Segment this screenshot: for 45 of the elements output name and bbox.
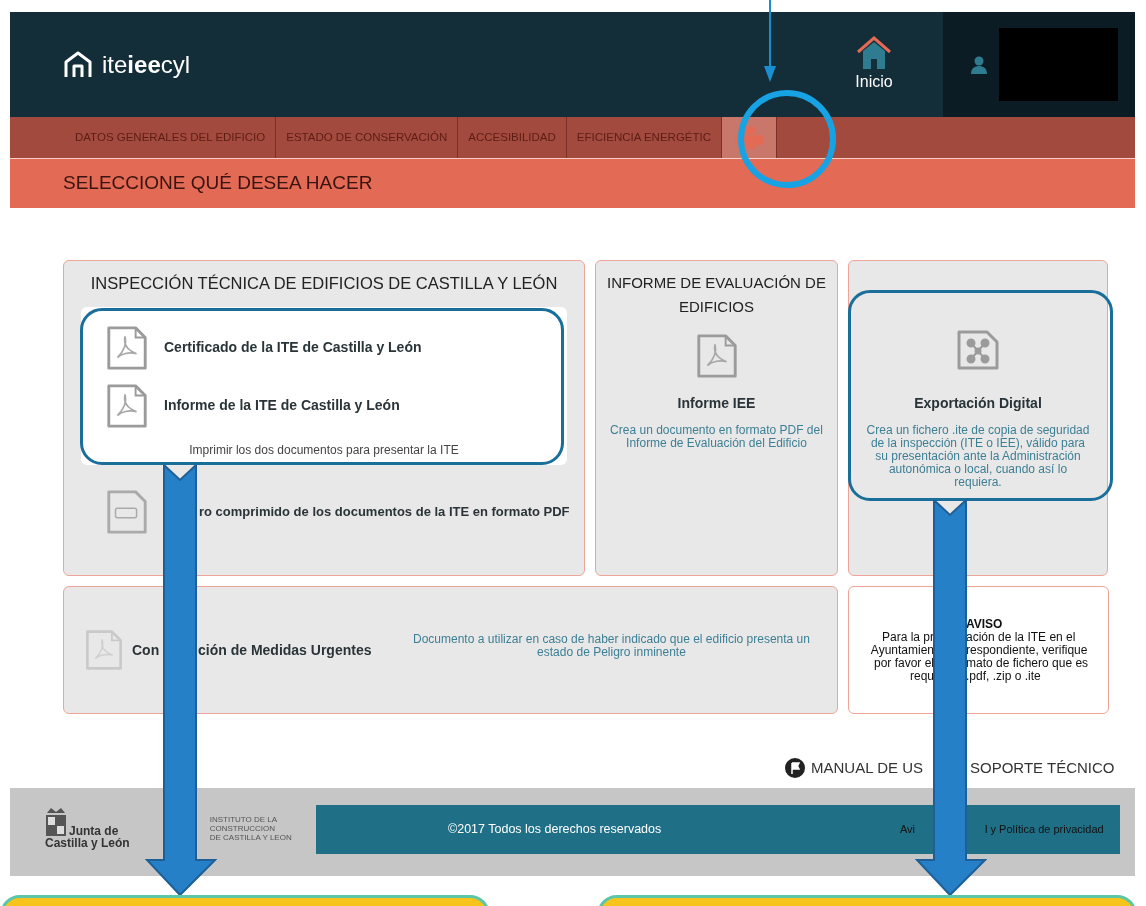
page-title: SELECCIONE QUÉ DESEA HACER xyxy=(63,171,373,196)
network-file-icon xyxy=(956,329,1000,371)
pdf-file-icon xyxy=(84,629,124,671)
institute-logo-text: INSTITUTO DE LA xyxy=(209,815,279,824)
notice-title: AVISO xyxy=(966,617,1004,631)
document-link[interactable]: Informe de la ITE de Castilla y León xyxy=(164,395,400,417)
export-description: Crea un fichero .ite de copia de seguridad de la inspección (ITE o IEE), válido para su presentación ante la Administración autonómica o local, cuando así lo requiera. xyxy=(865,424,1091,489)
flag-icon xyxy=(785,758,806,778)
notice-text: Para la pr xyxy=(881,630,934,644)
home-button[interactable]: Inicio xyxy=(835,12,913,117)
notice-text: por favor el xyxy=(873,656,934,670)
notice-text: respondiente, verifique xyxy=(966,643,1089,657)
pdf-file-icon xyxy=(105,382,149,429)
notice-text: Ayuntamien xyxy=(869,643,934,657)
junta-logo-text: Junta de xyxy=(69,825,119,837)
junta-logo-text: Castilla y León xyxy=(45,837,130,850)
zip-file-icon xyxy=(105,488,149,535)
urgent-description: Documento a utilizar en caso de haber indicado que el edificio presenta un estado de Peligro inminente xyxy=(412,633,811,659)
urgent-link-end[interactable]: ción de Medidas Urgentes xyxy=(198,639,372,661)
zip-link[interactable]: ro comprimido de los documentos de la ITE en formato PDF xyxy=(199,502,570,522)
pdf-file-icon xyxy=(105,324,149,371)
pdf-file-icon xyxy=(694,333,739,379)
home-icon xyxy=(856,35,892,70)
notice-text: ación de la ITE en el xyxy=(966,630,1077,644)
institute-logo-text: CONSTRUCCION xyxy=(209,824,277,833)
printer-icon xyxy=(735,126,763,149)
iee-description: Crea un documento en formato PDF del Informe de Evaluación del Edificio xyxy=(610,424,823,450)
coat-of-arms-icon xyxy=(45,807,67,837)
documents-note: Imprimir los dos documentos para presentar la ITE xyxy=(188,441,460,459)
notice-text: .pdf, .zip o .ite xyxy=(966,669,1042,683)
card-title: INSPECCIÓN TÉCNICA DE EDIFICIOS DE CASTILLA Y LEÓN xyxy=(90,273,558,294)
copyright-text: ©2017 Todos los derechos reservados xyxy=(447,821,663,839)
manual-link[interactable]: MANUAL DE US xyxy=(811,756,923,780)
notice-text: requ xyxy=(908,669,934,683)
logo-text: iteieecyl xyxy=(102,49,191,80)
urgent-link-start[interactable]: Con xyxy=(132,639,162,661)
iee-link[interactable]: Informe IEE xyxy=(677,393,756,414)
document-link[interactable]: Certificado de la ITE de Castilla y León xyxy=(164,337,422,359)
card-title: INFORME DE EVALUACIÓN DE EDIFICIOS xyxy=(606,273,827,317)
print-tab[interactable] xyxy=(722,117,777,158)
export-link[interactable]: Exportación Digital xyxy=(914,393,1042,414)
institute-logo-text: DE CASTILLA Y LEON xyxy=(209,833,292,842)
user-icon xyxy=(971,55,987,74)
notice-text: mato de fichero que es xyxy=(966,656,1090,670)
support-link[interactable]: SOPORTE TÉCNICO xyxy=(970,756,1115,780)
